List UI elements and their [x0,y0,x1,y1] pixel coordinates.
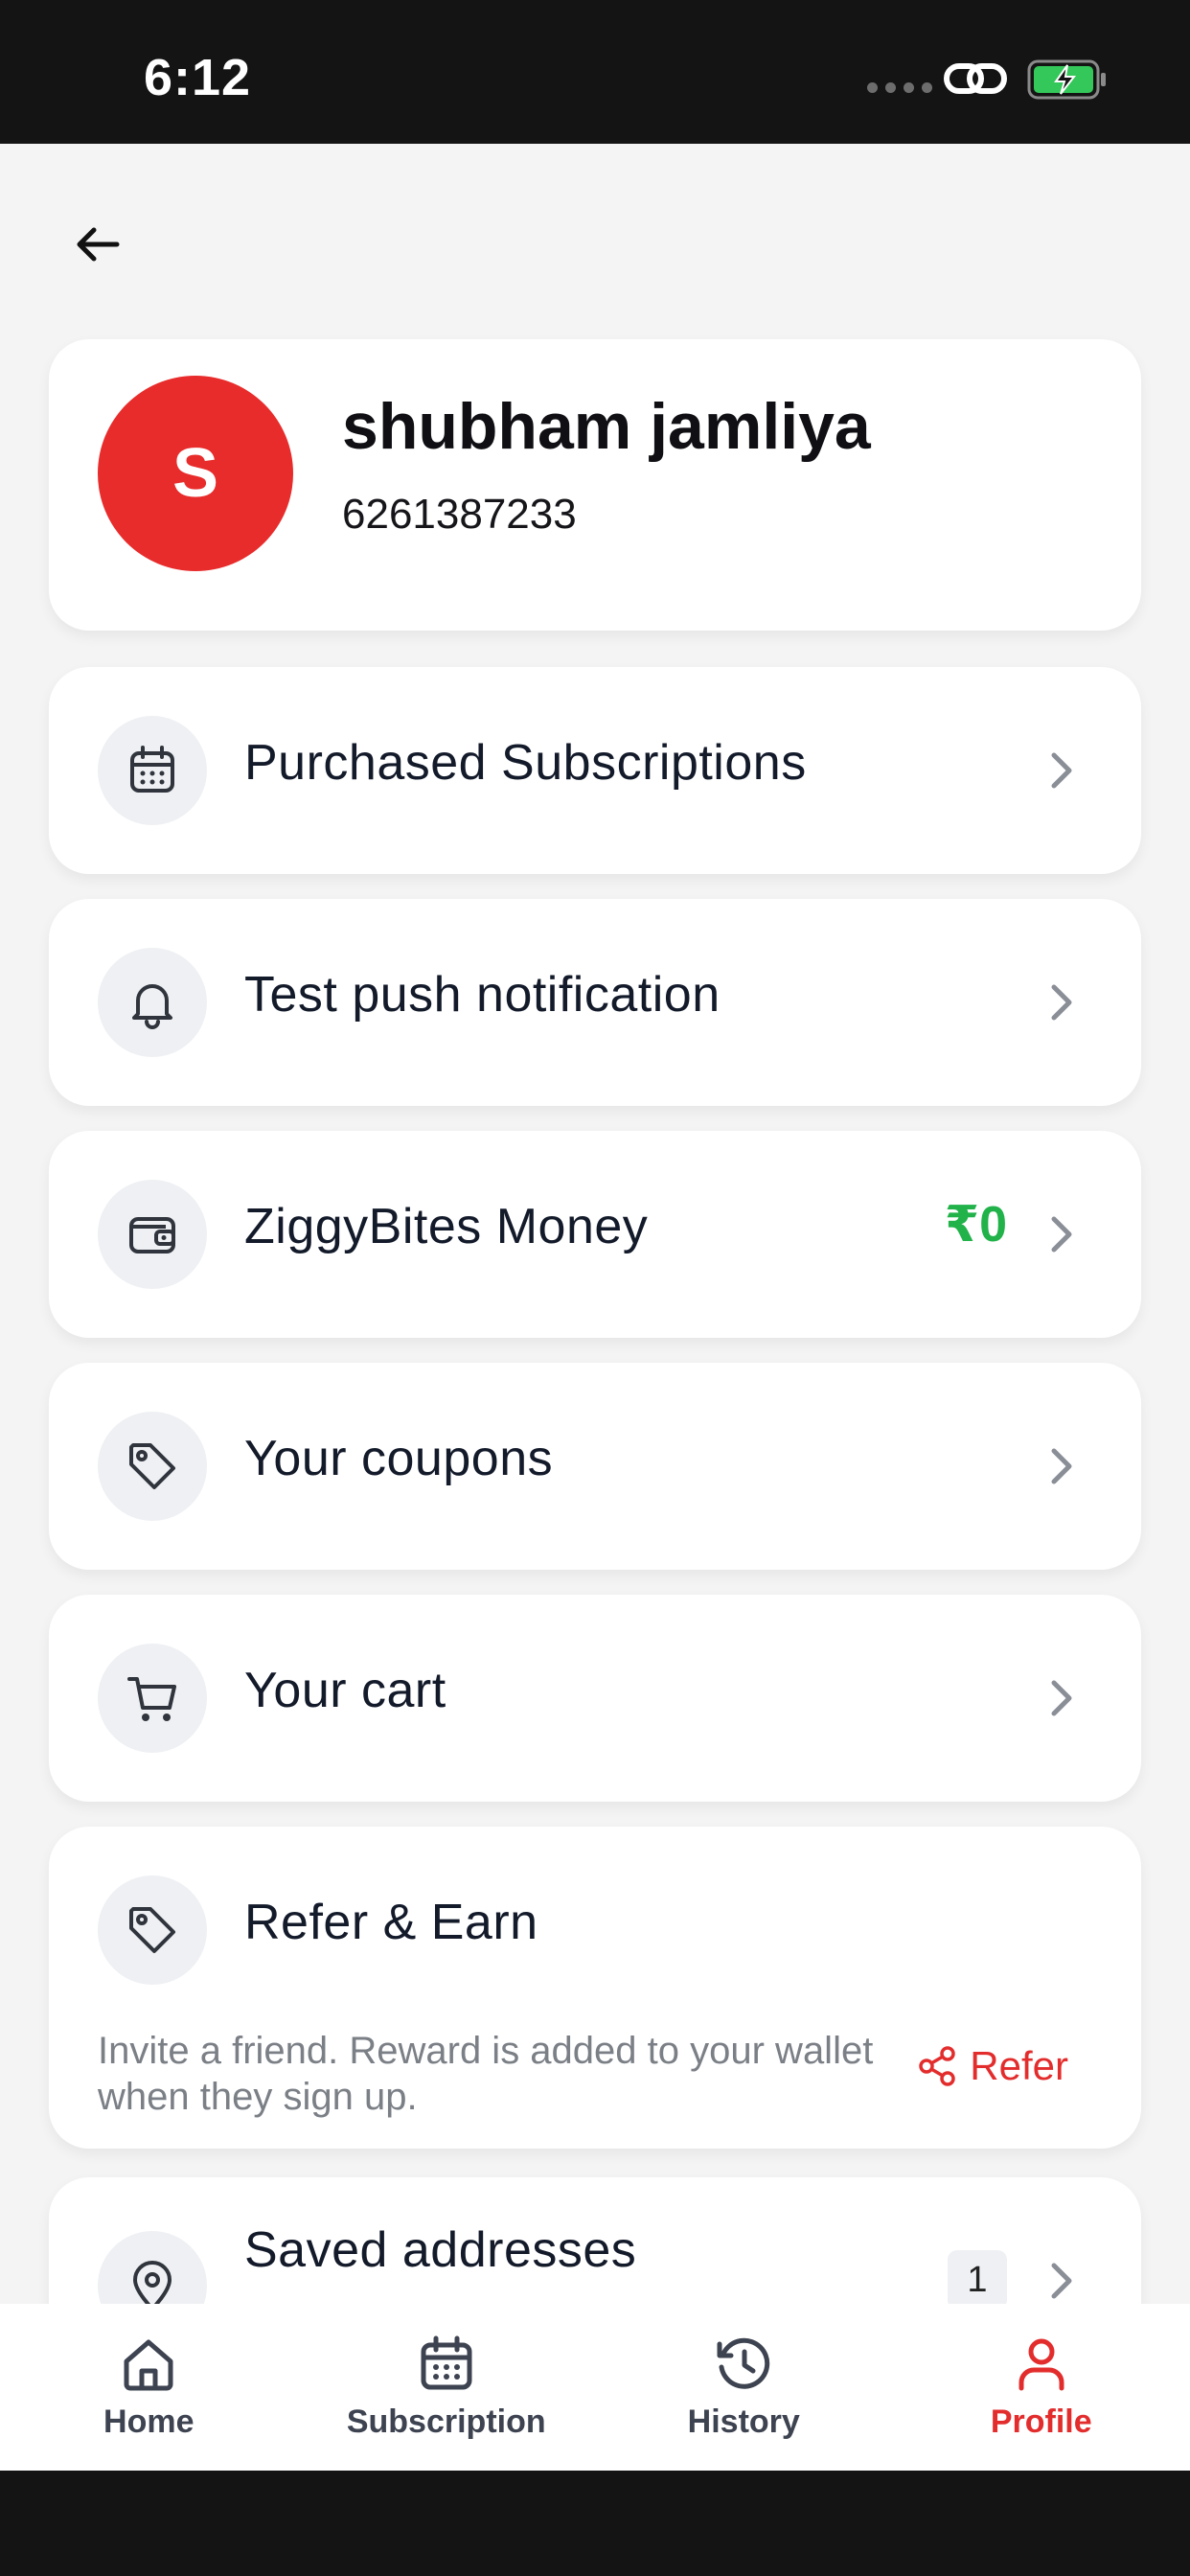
history-icon [717,2337,770,2389]
tab-label: Profile [990,2404,1092,2440]
chevron-right-icon [1051,1448,1072,1484]
menu-item-purchased-subscriptions[interactable]: Purchased Subscriptions [49,667,1141,874]
menu-item-label: Your coupons [244,1431,554,1486]
user-icon [1018,2338,1064,2391]
wallet-balance: ₹0 [944,1197,1007,1253]
chevron-right-icon [1051,1216,1072,1253]
address-count-badge: 1 [948,2250,1007,2310]
tab-home[interactable]: Home [0,2304,298,2471]
tab-profile[interactable]: Profile [893,2304,1190,2471]
menu-item-your-cart[interactable]: Your cart [49,1595,1141,1802]
battery-icon [1027,59,1106,100]
tag-icon [98,1875,207,1985]
bottom-nav: Home Subscription History Profile [0,2304,1190,2471]
share-icon [919,2046,956,2086]
menu-item-label: Saved addresses [244,2222,637,2278]
menu-item-ziggybites-money[interactable]: ZiggyBites Money ₹0 [49,1131,1141,1338]
tab-label: Subscription [346,2404,546,2440]
tab-subscription[interactable]: Subscription [298,2304,596,2471]
profile-page: S shubham jamliya 6261387233 Purchased S… [0,144,1190,2471]
tab-history[interactable]: History [595,2304,893,2471]
status-time: 6:12 [144,49,252,106]
menu-item-label: Purchased Subscriptions [244,735,807,791]
profile-phone: 6261387233 [342,491,577,538]
chevron-right-icon [1051,2263,1072,2299]
avatar: S [98,376,293,571]
chevron-right-icon [1051,752,1072,789]
status-bar: 6:12 [0,0,1190,144]
back-arrow-icon[interactable] [69,216,126,273]
menu-item-label: ZiggyBites Money [244,1199,649,1254]
refer-description: Invite a friend. Reward is added to your… [98,2030,874,2118]
chevron-right-icon [1051,1680,1072,1716]
refer-title: Refer & Earn [244,1895,538,1950]
home-indicator-area [0,2471,1190,2576]
cart-icon [98,1644,207,1753]
menu-item-label: Your cart [244,1663,446,1718]
refer-button-label: Refer [970,2043,1068,2088]
home-icon [124,2339,173,2391]
tab-label: History [687,2404,800,2440]
refer-earn-card: Refer & Earn Invite a friend. Reward is … [49,1827,1141,2149]
menu-item-label: Test push notification [244,967,721,1023]
bell-icon [98,948,207,1057]
profile-card: S shubham jamliya 6261387233 [49,339,1141,631]
tag-icon [98,1412,207,1521]
chevron-right-icon [1051,984,1072,1021]
link-icon [944,63,1007,94]
profile-name: shubham jamliya [342,390,871,463]
menu-item-your-coupons[interactable]: Your coupons [49,1363,1141,1570]
signal-icon [867,82,932,93]
calendar-icon [98,716,207,825]
menu-item-test-push-notification[interactable]: Test push notification [49,899,1141,1106]
tab-label: Home [103,2404,195,2440]
wallet-icon [98,1180,207,1289]
calendar-icon [421,2335,472,2390]
refer-button[interactable]: Refer [916,2043,1068,2089]
